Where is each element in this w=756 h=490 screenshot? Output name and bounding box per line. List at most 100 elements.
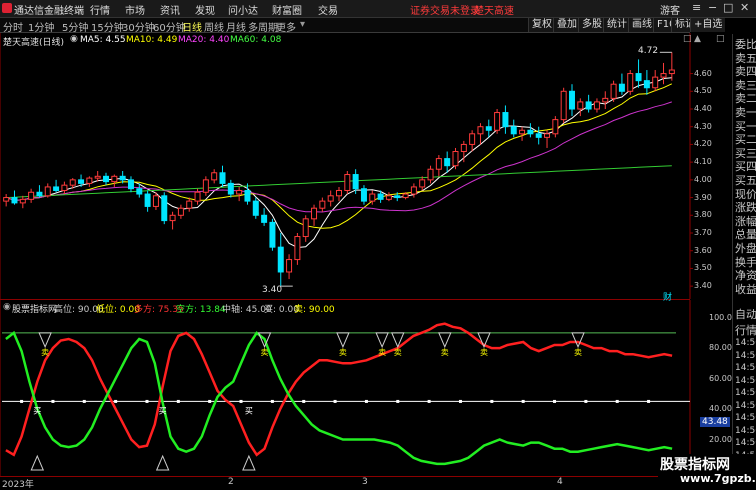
watermark-title: 股票指标网 bbox=[660, 457, 730, 473]
minimize-icon[interactable]: − bbox=[708, 1, 717, 14]
midline-dot bbox=[145, 399, 149, 403]
candle bbox=[236, 189, 243, 195]
candle bbox=[469, 133, 476, 145]
candle bbox=[61, 184, 68, 191]
candle bbox=[660, 73, 667, 78]
indicator-tick-label: 100.0 bbox=[709, 312, 732, 322]
midline-dot bbox=[364, 399, 368, 403]
candle bbox=[311, 207, 318, 220]
candle bbox=[144, 193, 151, 207]
tab-30min[interactable]: 30分钟 bbox=[122, 19, 155, 34]
bear-value-label: 空方: 13.84 bbox=[176, 305, 226, 315]
tab-60min[interactable]: 60分钟 bbox=[153, 19, 186, 34]
site-watermark: 股票指标网 www.7gpzb.com bbox=[658, 454, 756, 487]
candle bbox=[211, 172, 218, 181]
indicator-chart[interactable]: 卖卖卖卖卖卖卖卖买买买 bbox=[0, 300, 732, 476]
quote-panel[interactable]: 委比 卖五 卖四 卖三 卖二 卖一 买一 买二 买三 买四 买五 现价 涨跌 涨幅 总量 外盘 换手 净资 收益 自… bbox=[732, 34, 756, 487]
candle bbox=[544, 133, 551, 138]
candle bbox=[19, 198, 26, 204]
tab-15min[interactable]: 15分钟 bbox=[91, 19, 124, 34]
candle bbox=[269, 221, 276, 248]
chevron-down-icon[interactable]: ▾ bbox=[300, 19, 305, 30]
price-tick-label: 3.50 bbox=[694, 263, 712, 273]
tab-1min[interactable]: 1分钟 bbox=[28, 19, 54, 34]
watermark-url: www.7gpzb.com bbox=[680, 472, 756, 485]
add-watchlist-button[interactable]: +自选 bbox=[690, 18, 726, 32]
candle bbox=[352, 174, 359, 190]
tab-weekly[interactable]: 周线 bbox=[204, 19, 224, 34]
indicator-toggle-icon[interactable]: ◉ bbox=[3, 302, 11, 312]
candle bbox=[111, 175, 118, 183]
sell-signal-label: 卖 bbox=[394, 348, 402, 357]
candle bbox=[444, 158, 451, 167]
pane-up-icon[interactable]: ▲ bbox=[694, 34, 701, 44]
price-tick-label: 4.20 bbox=[694, 139, 712, 149]
candle bbox=[568, 90, 575, 110]
tab-monthly[interactable]: 月线 bbox=[226, 19, 246, 34]
candle bbox=[319, 200, 326, 209]
price-tick-label: 3.60 bbox=[694, 245, 712, 255]
stats-button[interactable]: 统计 bbox=[603, 18, 630, 32]
candle bbox=[252, 200, 259, 216]
guest-label[interactable]: 游客 bbox=[660, 2, 680, 17]
login-notice-link[interactable]: 证券交易未登录 bbox=[410, 2, 480, 17]
candle bbox=[286, 259, 293, 273]
app-title: 通达信金融终端 bbox=[14, 6, 84, 17]
tick-time: 14:56 bbox=[735, 350, 756, 361]
menu-item-quotes[interactable]: 行情 bbox=[90, 2, 110, 17]
chart-stock-name: 楚天高速(日线) bbox=[3, 38, 65, 48]
candle bbox=[336, 189, 342, 197]
ma-toggle-icon[interactable]: ◉ bbox=[70, 34, 78, 44]
adjust-button[interactable]: 复权 bbox=[528, 18, 555, 32]
menu-item-market[interactable]: 市场 bbox=[125, 2, 145, 17]
tab-daily[interactable]: 日线 bbox=[182, 19, 202, 34]
pane-expand-icon[interactable]: □ bbox=[716, 34, 725, 44]
sell-signal-label: 卖 bbox=[480, 348, 488, 357]
candle bbox=[186, 200, 193, 209]
candle bbox=[103, 175, 110, 183]
price-tick-label: 3.80 bbox=[694, 210, 712, 220]
candle bbox=[652, 76, 659, 89]
candle bbox=[643, 80, 650, 89]
tab-multi-period[interactable]: 多周期 bbox=[248, 19, 278, 34]
tick-time: 14:56 bbox=[735, 338, 756, 348]
kline-chart[interactable] bbox=[0, 33, 732, 299]
maximize-icon[interactable]: □ bbox=[723, 1, 733, 14]
tick-time: 14:56 bbox=[735, 375, 756, 386]
candle bbox=[202, 179, 209, 193]
ma10-label: MA10: 4.49 bbox=[126, 35, 178, 45]
candle bbox=[11, 197, 18, 204]
buy-signal-marker bbox=[242, 454, 256, 471]
candle bbox=[410, 186, 417, 195]
menu-item-trade[interactable]: 交易 bbox=[318, 2, 338, 17]
stock-name-link[interactable]: 楚天高速 bbox=[474, 2, 514, 17]
menu-item-ask[interactable]: 问小达 bbox=[228, 2, 258, 17]
candle bbox=[502, 112, 509, 128]
menu-icon[interactable]: ≡ bbox=[692, 1, 701, 14]
indicator-pane[interactable]: 卖卖卖卖卖卖卖卖买买买 ◉ 股票指标网 高位: 90.00 低位: 0.00 多… bbox=[0, 300, 732, 476]
tab-intraday[interactable]: 分时 bbox=[3, 19, 23, 34]
candle bbox=[277, 246, 284, 273]
buy-signal-marker bbox=[155, 454, 170, 471]
indicator-tick-label: 60.00 bbox=[709, 373, 732, 383]
sell-signal-label: 卖 bbox=[41, 348, 49, 357]
midline-dot bbox=[114, 399, 118, 403]
tick-time: 14:56 bbox=[735, 425, 756, 436]
draw-line-button[interactable]: 画线 bbox=[628, 18, 655, 32]
menu-item-news[interactable]: 资讯 bbox=[160, 2, 180, 17]
menu-item-wealth[interactable]: 财富圈 bbox=[272, 2, 302, 17]
close-icon[interactable]: ✕ bbox=[740, 1, 749, 14]
multi-stock-button[interactable]: 多股 bbox=[578, 18, 605, 32]
kline-pane[interactable]: 楚天高速(日线) ◉ MA5: 4.55 MA10: 4.49 MA20: 4.… bbox=[0, 33, 725, 303]
tab-5min[interactable]: 5分钟 bbox=[62, 19, 88, 34]
overlay-button[interactable]: 叠加 bbox=[553, 18, 580, 32]
candle bbox=[244, 189, 251, 202]
candle bbox=[169, 214, 176, 222]
candle bbox=[78, 179, 85, 184]
candle bbox=[602, 97, 609, 103]
tab-more[interactable]: 更多 bbox=[276, 19, 296, 34]
midline-dot bbox=[553, 399, 557, 403]
app-logo-icon bbox=[2, 3, 12, 13]
pane-collapse-icon[interactable]: □ bbox=[683, 34, 692, 44]
menu-item-discover[interactable]: 发现 bbox=[195, 2, 215, 17]
